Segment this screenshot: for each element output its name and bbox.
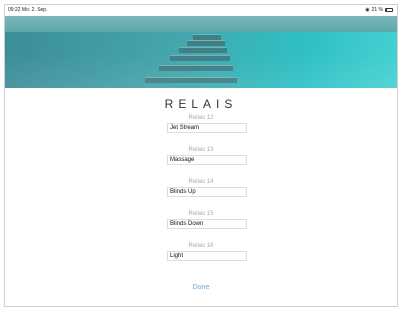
status-bar: 09:22 Mo. 2. Sep. ◉ 21 % [5, 5, 397, 16]
relay-name-field[interactable]: Jet Stream [167, 123, 247, 133]
wifi-icon: ◉ [365, 7, 370, 13]
relay-name-field[interactable]: Massage [167, 155, 247, 165]
relay-label: Relais 16 [188, 243, 214, 249]
relay-label: Relais 15 [188, 211, 214, 217]
relay-label: Relais 12 [188, 115, 214, 121]
pool-step [179, 47, 227, 53]
done-button[interactable]: Done [5, 284, 397, 291]
relay-label: Relais 13 [188, 147, 214, 153]
status-right: ◉ 21 % [365, 7, 393, 13]
pool-step [187, 40, 225, 46]
status-date-value: Mo. 2. Sep. [21, 7, 48, 13]
relay-name-field[interactable]: Blinds Up [167, 187, 247, 197]
header-image [5, 16, 397, 88]
app-window: 09:22 Mo. 2. Sep. ◉ 21 % RELAIS Relais 1… [4, 4, 398, 307]
battery-icon [385, 8, 393, 12]
battery-percent: 21 % [371, 7, 383, 13]
relay-label: Relais 14 [188, 179, 214, 185]
relay-name-field[interactable]: Blinds Down [167, 219, 247, 229]
status-time: 09:22 Mo. 2. Sep. [8, 7, 47, 13]
header-image-light [5, 54, 397, 88]
page-title: RELAIS [164, 97, 238, 111]
battery-fill [386, 9, 388, 11]
status-time-value: 09:22 [8, 7, 21, 13]
relay-name-field[interactable]: Light [167, 251, 247, 261]
